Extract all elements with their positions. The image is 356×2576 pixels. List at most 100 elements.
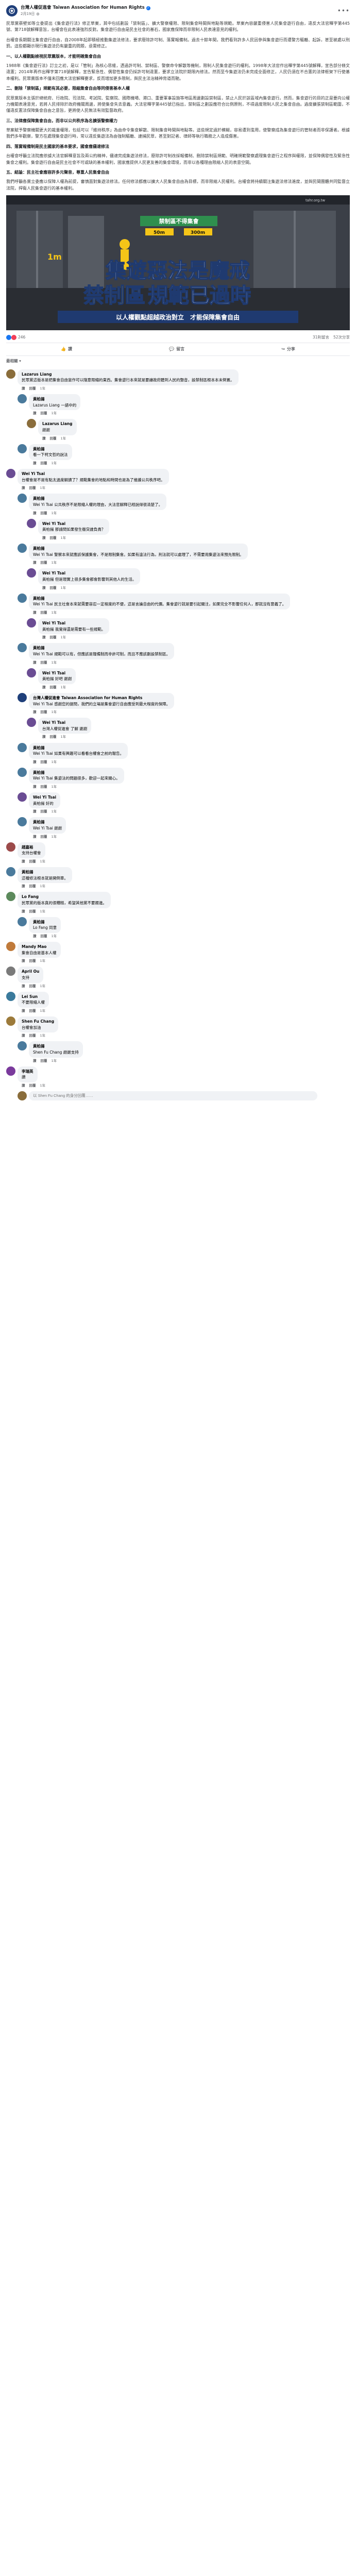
more-options-icon[interactable]: •••	[337, 6, 350, 16]
avatar[interactable]	[6, 967, 15, 976]
comment-reply-button[interactable]: 回覆	[41, 709, 47, 715]
comment-time[interactable]: 1年	[61, 635, 66, 640]
comment-time[interactable]: 1年	[52, 759, 57, 765]
comment-time[interactable]: 1年	[40, 958, 46, 963]
comment-time[interactable]: 1年	[40, 386, 46, 391]
comment-like-button[interactable]: 讚	[33, 709, 37, 715]
avatar[interactable]	[6, 842, 15, 852]
comment-author[interactable]: 黃柏揚	[33, 446, 68, 452]
comment-button[interactable]: 💬 留言	[159, 345, 195, 353]
comment-like-button[interactable]: 讚	[22, 386, 25, 391]
reactions-count[interactable]: 246	[18, 334, 25, 341]
avatar[interactable]	[6, 369, 15, 379]
comment-reply-button[interactable]: 回覆	[41, 511, 47, 516]
comment-time[interactable]: 1年	[52, 511, 57, 516]
comment-time[interactable]: 1年	[52, 784, 57, 789]
comment-author[interactable]: 黃柏揚	[33, 770, 120, 776]
avatar[interactable]	[27, 618, 36, 628]
comment-like-button[interactable]: 讚	[33, 610, 37, 615]
comment-time[interactable]: 1年	[52, 411, 57, 416]
avatar[interactable]	[18, 692, 27, 702]
comment-author[interactable]: 李瑞英	[22, 1069, 33, 1075]
avatar[interactable]	[27, 518, 36, 528]
comment-like-button[interactable]: 讚	[42, 535, 46, 540]
comment-reply-button[interactable]: 回覆	[29, 1008, 36, 1013]
avatar[interactable]	[6, 867, 15, 877]
comment-author[interactable]: Lazarus Liang	[42, 421, 73, 427]
comment-like-button[interactable]: 讚	[22, 1033, 25, 1038]
comment-like-button[interactable]: 讚	[22, 884, 25, 889]
comment-author[interactable]: Lo Fang	[22, 894, 107, 900]
comment-reply-button[interactable]: 回覆	[41, 660, 47, 665]
comment-like-button[interactable]: 讚	[42, 585, 46, 590]
comment-reply-button[interactable]: 回覆	[41, 934, 47, 939]
comment-author[interactable]: Shen Fu Chang	[22, 1019, 54, 1025]
avatar[interactable]	[18, 742, 27, 752]
comment-reply-button[interactable]: 回覆	[29, 859, 36, 864]
comment-author[interactable]: 黃柏揚	[22, 869, 68, 875]
comment-like-button[interactable]: 讚	[33, 784, 37, 789]
comment-like-button[interactable]: 讚	[22, 859, 25, 864]
comment-time[interactable]: 1年	[52, 834, 57, 839]
page-name-text[interactable]: 台灣人權促進會 Taiwan Association for Human Rig…	[21, 5, 145, 11]
comment-sort[interactable]: 最相關 ▾	[0, 356, 356, 366]
comment-author[interactable]: Wei Yi Tsai	[33, 794, 56, 801]
comment-author[interactable]: Wei Yi Tsai	[22, 471, 165, 477]
comment-time[interactable]: 1年	[52, 610, 57, 615]
comment-author[interactable]: Wei Yi Tsai	[42, 570, 136, 577]
shares-count[interactable]: 52次分享	[333, 334, 350, 341]
avatar[interactable]	[18, 544, 27, 553]
comment-author[interactable]: Lazarus Liang	[22, 371, 234, 378]
comment-like-button[interactable]: 讚	[33, 809, 37, 814]
comment-reply-button[interactable]: 回覆	[41, 759, 47, 765]
comment-reply-button[interactable]: 回覆	[29, 909, 36, 914]
comment-author[interactable]: 黃柏揚	[33, 546, 244, 552]
comment-author[interactable]: 趙嘉裕	[22, 844, 41, 851]
comment-like-button[interactable]: 讚	[22, 909, 25, 914]
comment-reply-button[interactable]: 回覆	[41, 411, 47, 416]
comment-time[interactable]: 1年	[52, 461, 57, 466]
comment-like-button[interactable]: 讚	[42, 734, 46, 739]
comment-like-button[interactable]: 讚	[33, 834, 37, 839]
comment-author[interactable]: Wei Yi Tsai	[42, 720, 87, 726]
comment-reply-button[interactable]: 回覆	[29, 485, 36, 490]
comment-reply-button[interactable]: 回覆	[41, 834, 47, 839]
comment-time[interactable]: 1年	[40, 984, 46, 989]
comment-reply-button[interactable]: 回覆	[29, 1033, 36, 1038]
comment-author[interactable]: Lei Sun	[22, 994, 45, 1000]
comment-like-button[interactable]: 讚	[42, 685, 46, 690]
comment-like-button[interactable]: 讚	[22, 1008, 25, 1013]
comment-reply-button[interactable]: 回覆	[29, 1083, 36, 1088]
comment-author[interactable]: 黃柏揚	[33, 919, 57, 925]
comment-reply-button[interactable]: 回覆	[50, 734, 57, 739]
comment-reply-button[interactable]: 回覆	[50, 535, 57, 540]
avatar[interactable]	[18, 593, 27, 603]
avatar[interactable]	[6, 469, 15, 479]
comment-reply-button[interactable]: 回覆	[50, 635, 57, 640]
comment-like-button[interactable]: 讚	[22, 1083, 25, 1088]
comment-time[interactable]: 1年	[40, 884, 46, 889]
comment-reply-button[interactable]: 回覆	[41, 809, 47, 814]
post-time[interactable]: 2月19日 ◍	[21, 11, 337, 17]
avatar[interactable]	[27, 568, 36, 578]
comment-like-button[interactable]: 讚	[33, 511, 37, 516]
comment-like-button[interactable]: 讚	[22, 485, 25, 490]
avatar[interactable]	[18, 917, 27, 926]
comment-like-button[interactable]: 讚	[33, 461, 37, 466]
avatar[interactable]	[18, 792, 27, 802]
comment-like-button[interactable]: 讚	[33, 934, 37, 939]
avatar[interactable]	[18, 643, 27, 653]
comment-time[interactable]: 1年	[61, 585, 66, 590]
avatar[interactable]	[6, 892, 15, 902]
comment-reply-button[interactable]: 回覆	[29, 984, 36, 989]
comment-sort-label[interactable]: 最相關	[6, 359, 18, 363]
reactions-summary[interactable]: 246	[6, 334, 25, 341]
comment-author[interactable]: 黃柏揚	[33, 1043, 79, 1049]
comment-time[interactable]: 1年	[40, 1033, 46, 1038]
comment-reply-button[interactable]: 回覆	[41, 560, 47, 565]
avatar[interactable]	[27, 668, 36, 677]
comment-time[interactable]: 1年	[52, 934, 57, 939]
avatar[interactable]	[18, 444, 27, 453]
comment-author[interactable]: 黃柏揚	[33, 496, 162, 502]
comment-reply-button[interactable]: 回覆	[50, 436, 57, 441]
